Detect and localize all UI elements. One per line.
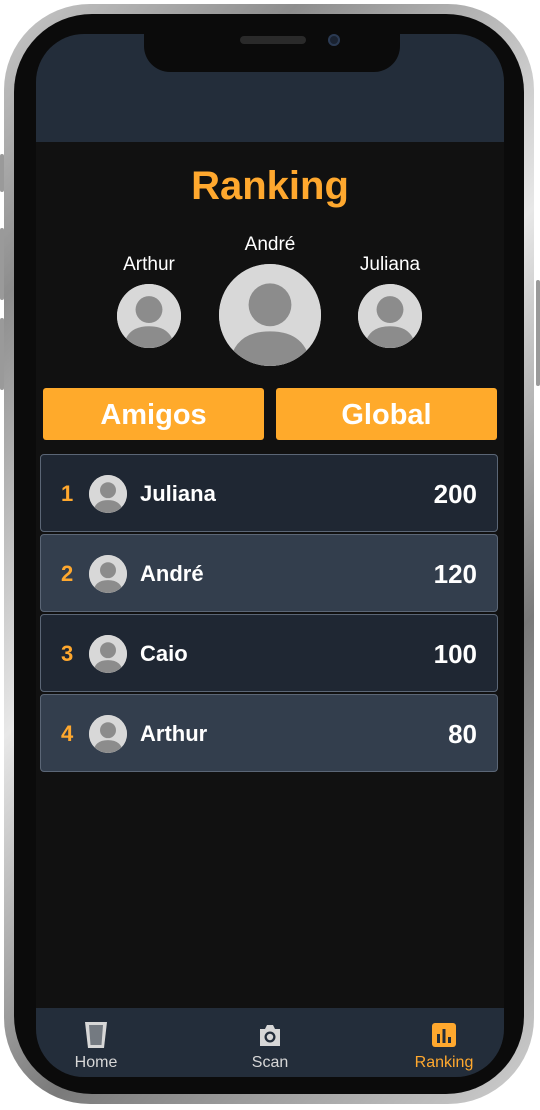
volume-down-button: [0, 318, 4, 390]
rank-name: André: [140, 561, 204, 586]
user-silhouette-icon: [89, 715, 127, 753]
podium-name-second: Arthur: [123, 254, 175, 275]
volume-up-button: [0, 228, 4, 300]
nav-item-scan[interactable]: Scan: [210, 1008, 330, 1077]
podium-avatar-first[interactable]: [219, 264, 321, 366]
user-silhouette-icon: [219, 264, 321, 366]
ranking-row-3[interactable]: 3 Caio 100: [40, 614, 498, 692]
front-camera-icon: [328, 34, 340, 46]
rank-avatar: [89, 475, 127, 513]
rank-score: 120: [433, 559, 477, 589]
rank-position: 3: [61, 641, 74, 666]
rank-name: Arthur: [140, 721, 208, 746]
bar-chart-icon: [432, 1023, 456, 1047]
notch: [144, 34, 400, 72]
rank-score: 200: [433, 479, 477, 509]
app-screen: Ranking Arthur André Juliana Amigos Glob…: [36, 34, 504, 1077]
user-silhouette-icon: [358, 284, 422, 348]
rank-avatar: [89, 555, 127, 593]
podium-avatar-third[interactable]: [358, 284, 422, 348]
rank-avatar: [89, 715, 127, 753]
user-silhouette-icon: [89, 635, 127, 673]
podium-name-third: Juliana: [359, 254, 421, 275]
rank-score: 100: [433, 639, 477, 669]
rank-avatar: [89, 635, 127, 673]
nav-item-home[interactable]: Home: [36, 1008, 156, 1077]
power-button: [536, 280, 540, 386]
side-button: [0, 154, 4, 192]
bottom-nav: Home Scan Ranking: [36, 1008, 504, 1077]
rank-name: Caio: [140, 641, 188, 666]
rank-name: Juliana: [140, 481, 216, 506]
tab-global-button[interactable]: Global: [276, 388, 497, 440]
user-silhouette-icon: [117, 284, 181, 348]
camera-icon: [260, 1025, 280, 1046]
tab-friends-button[interactable]: Amigos: [43, 388, 264, 440]
nav-item-ranking[interactable]: Ranking: [384, 1008, 504, 1077]
rank-position: 1: [61, 481, 74, 506]
user-silhouette-icon: [89, 475, 127, 513]
rank-position: 2: [61, 561, 74, 586]
ranking-row-1[interactable]: 1 Juliana 200: [40, 454, 498, 532]
podium-name-first: André: [244, 234, 296, 255]
podium-avatar-second[interactable]: [117, 284, 181, 348]
rank-score: 80: [448, 719, 477, 749]
nav-label-home: Home: [74, 1054, 118, 1071]
ranking-row-2[interactable]: 2 André 120: [40, 534, 498, 612]
ranking-row-4[interactable]: 4 Arthur 80: [40, 694, 498, 772]
page-title: Ranking: [191, 164, 349, 208]
user-silhouette-icon: [89, 555, 127, 593]
speaker-grille: [240, 36, 306, 44]
nav-label-scan: Scan: [251, 1054, 289, 1071]
rank-position: 4: [61, 721, 74, 746]
nav-label-ranking: Ranking: [414, 1054, 474, 1071]
glass-icon: [85, 1022, 107, 1048]
